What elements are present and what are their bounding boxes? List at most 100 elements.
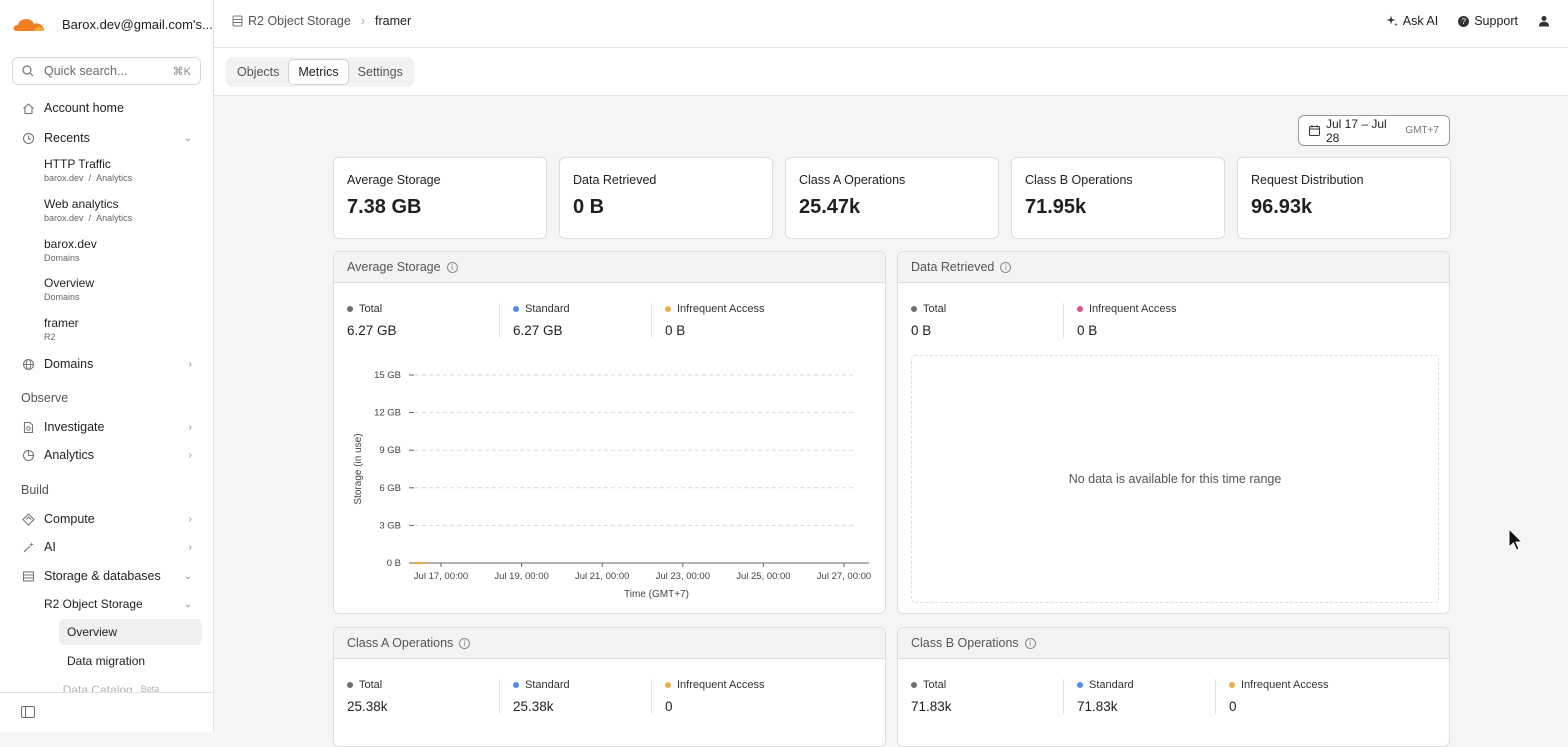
bucket-icon	[232, 15, 243, 27]
sidebar-item-r2-overview[interactable]: Overview	[59, 619, 202, 645]
panel-header: Data Retrieved i	[898, 252, 1449, 282]
storage-line-chart[interactable]: 0 B 3 GB 6 GB 9 GB 12 GB 15 GB Jul 17, 00:00 Ju…	[334, 355, 885, 617]
chevron-right-icon: ›	[360, 14, 366, 28]
legend-value: 6.27 GB	[347, 323, 397, 338]
legend-item-standard[interactable]: Standard 71.83k	[1063, 679, 1215, 714]
x-tick-label: Jul 17, 00:00	[414, 571, 468, 582]
kpi-title: Average Storage	[347, 173, 441, 187]
x-tick-label: Jul 23, 00:00	[656, 571, 710, 582]
sparkle-wand-icon	[21, 540, 35, 554]
recent-item-barox-dev[interactable]: barox.dev Domains	[44, 237, 97, 263]
recent-item-framer[interactable]: framer R2	[44, 316, 79, 342]
support-button[interactable]: ? Support	[1458, 14, 1518, 28]
panel-body: Total 6.27 GB Standard 6.27 GB Infrequen…	[334, 282, 885, 613]
kpi-title: Class A Operations	[799, 173, 906, 187]
legend-dot	[665, 682, 671, 688]
legend-value: 0 B	[911, 323, 932, 338]
tab-objects[interactable]: Objects	[228, 59, 288, 85]
sidebar-item-recents[interactable]: Recents ⌄	[12, 125, 202, 151]
tab-group: Objects Metrics Settings	[226, 57, 414, 87]
legend-name: Standard	[1089, 679, 1134, 691]
history-icon	[21, 131, 35, 145]
section-observe: Observe	[21, 391, 69, 405]
info-icon[interactable]: i	[446, 261, 458, 273]
sidebar-item-label: Storage & databases	[44, 569, 161, 583]
kpi-average-storage: Average Storage 7.38 GB	[333, 157, 547, 239]
breadcrumb-parent[interactable]: R2 Object Storage	[248, 14, 351, 28]
recent-title: Overview	[44, 276, 95, 290]
legend-item-infrequent-access[interactable]: Infrequent Access 0	[651, 679, 803, 714]
date-range-picker[interactable]: Jul 17 – Jul 28 GMT+7	[1298, 115, 1450, 146]
legend-value: 71.83k	[911, 699, 952, 714]
kpi-value: 7.38 GB	[347, 196, 422, 218]
tab-metrics[interactable]: Metrics	[288, 59, 349, 85]
x-tick-label: Jul 21, 00:00	[575, 571, 629, 582]
search-icon	[22, 65, 34, 77]
chevron-right-icon: ›	[188, 358, 192, 370]
tabs-bar: Objects Metrics Settings	[214, 48, 1568, 96]
document-search-icon	[21, 420, 35, 434]
info-icon[interactable]: i	[1024, 637, 1036, 649]
cloudflare-logo	[13, 19, 44, 31]
legend-item-total[interactable]: Total 71.83k	[911, 679, 1063, 714]
legend-dot	[911, 306, 917, 312]
legend-item-infrequent-access[interactable]: Infrequent Access 0 B	[1063, 303, 1215, 338]
account-switcher[interactable]: Barox.dev@gmail.com's...	[12, 12, 213, 36]
home-icon	[21, 101, 35, 115]
sidebar-item-ai[interactable]: AI ›	[12, 534, 202, 560]
x-tick-label: Jul 27, 00:00	[817, 571, 871, 582]
legend-value: 0	[1229, 699, 1237, 714]
panel-body: Total 25.38k Standard 25.38k Infrequent …	[334, 658, 885, 746]
legend-item-standard[interactable]: Standard 25.38k	[499, 679, 651, 714]
panel-header: Class B Operations i	[898, 628, 1449, 658]
legend-value: 0 B	[665, 323, 686, 338]
recent-item-web-analytics[interactable]: Web analytics barox.dev / Analytics	[44, 197, 132, 223]
recent-item-http-traffic[interactable]: HTTP Traffic barox.dev / Analytics	[44, 157, 132, 183]
sidebar-item-analytics[interactable]: Analytics ›	[12, 442, 202, 468]
ask-ai-label: Ask AI	[1402, 14, 1439, 28]
sidebar-item-label: R2 Object Storage	[44, 597, 143, 611]
legend-item-total[interactable]: Total 6.27 GB	[347, 303, 499, 338]
kpi-title: Class B Operations	[1025, 173, 1133, 187]
recent-item-overview[interactable]: Overview Domains	[44, 276, 94, 302]
account-name: Barox.dev@gmail.com's...	[62, 16, 213, 32]
panel-title: Average Storage	[347, 260, 441, 274]
kpi-value: 71.95k	[1025, 196, 1087, 218]
sidebar-item-r2-data-catalog[interactable]: R2 Data Catalog Beta	[59, 678, 202, 692]
sidebar-item-label: Recents	[44, 131, 90, 145]
legend-dot	[1077, 682, 1083, 688]
sidebar-item-compute[interactable]: Compute ›	[12, 506, 202, 532]
quick-search-input[interactable]: Quick search... ⌘K	[12, 57, 201, 85]
sidebar-item-account-home[interactable]: Account home	[12, 95, 202, 121]
legend-name: Infrequent Access	[677, 303, 765, 315]
legend-name: Total	[359, 303, 383, 315]
info-icon[interactable]: i	[1000, 261, 1012, 273]
recent-title: HTTP Traffic	[44, 157, 111, 171]
x-axis-label: Time (GMT+7)	[624, 589, 689, 600]
chart-legend: Total 71.83k Standard 71.83k Infrequent …	[911, 679, 1367, 714]
legend-value: 0	[665, 699, 673, 714]
ask-ai-button[interactable]: Ask AI	[1386, 14, 1438, 28]
compute-icon	[21, 512, 35, 526]
panel-body: Total 0 B Infrequent Access 0 B No data …	[898, 282, 1449, 613]
sidebar-item-data-migration[interactable]: Data migration	[59, 648, 202, 674]
sidebar-item-storage-databases[interactable]: Storage & databases ⌄	[12, 563, 202, 589]
breadcrumb: R2 Object Storage › framer	[232, 14, 411, 28]
legend-item-total[interactable]: Total 25.38k	[347, 679, 499, 714]
panel-title: Class B Operations	[911, 636, 1019, 650]
globe-icon	[21, 357, 35, 371]
sidebar-item-investigate[interactable]: Investigate ›	[12, 414, 202, 440]
tab-settings[interactable]: Settings	[349, 59, 412, 85]
legend-item-infrequent-access[interactable]: Infrequent Access 0 B	[651, 303, 803, 338]
legend-item-total[interactable]: Total 0 B	[911, 303, 1063, 338]
user-menu-button[interactable]	[1538, 15, 1550, 27]
legend-item-infrequent-access[interactable]: Infrequent Access 0	[1215, 679, 1367, 714]
sidebar-item-domains[interactable]: Domains ›	[12, 351, 202, 377]
sidebar-item-r2-object-storage[interactable]: R2 Object Storage ⌄	[36, 591, 202, 617]
sidebar-toggle-icon[interactable]	[21, 706, 35, 721]
support-label: Support	[1474, 14, 1518, 28]
sidebar-item-label: Domains	[44, 357, 94, 371]
legend-item-standard[interactable]: Standard 6.27 GB	[499, 303, 651, 338]
info-icon[interactable]: i	[459, 637, 471, 649]
kpi-class-b-operations: Class B Operations 71.95k	[1011, 157, 1225, 239]
